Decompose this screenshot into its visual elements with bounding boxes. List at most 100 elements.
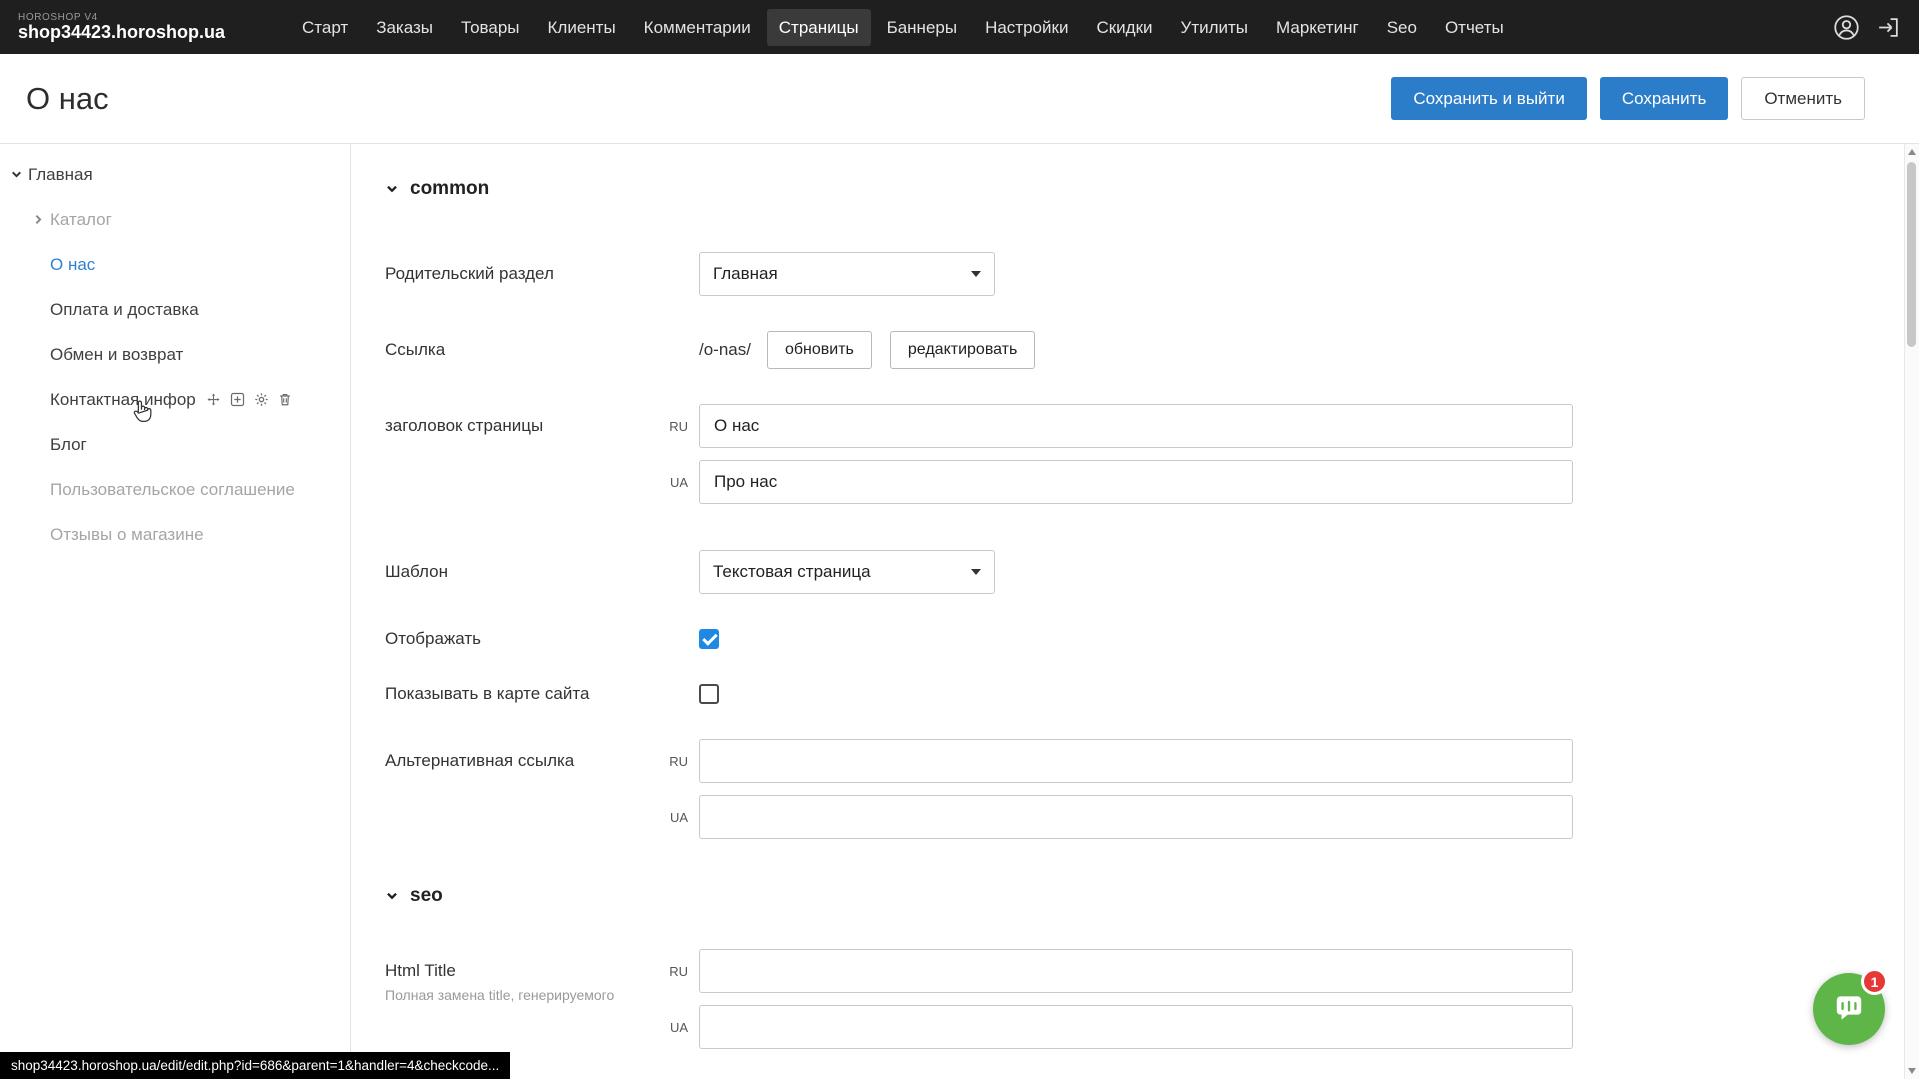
chat-launcher-button[interactable]: 1: [1813, 973, 1885, 1045]
link-path-value: /o-nas/: [699, 340, 751, 360]
nav-item-settings[interactable]: Настройки: [973, 9, 1080, 46]
scroll-down-arrow[interactable]: [1905, 1063, 1919, 1079]
sidebar-item-label: Контактная инфор: [50, 390, 196, 410]
scrollbar-thumb[interactable]: [1907, 162, 1916, 347]
chat-bubble-icon: [1831, 991, 1867, 1027]
caret-down-icon: [971, 271, 981, 277]
field-parent-section: Родительский раздел Главная: [385, 252, 1904, 296]
vertical-scrollbar[interactable]: [1904, 144, 1919, 1079]
sidebar-item-label: Оплата и доставка: [50, 300, 199, 320]
sidebar-item-exchange-return[interactable]: Обмен и возврат: [0, 332, 350, 377]
nav-item-comments[interactable]: Комментарии: [632, 9, 763, 46]
edit-link-button[interactable]: редактировать: [890, 331, 1035, 369]
field-label: Альтернативная ссылка: [385, 739, 655, 771]
sitemap-checkbox[interactable]: [699, 684, 719, 704]
main-menu: Старт Заказы Товары Клиенты Комментарии …: [290, 9, 1516, 46]
refresh-link-button[interactable]: обновить: [767, 331, 872, 369]
nav-item-products[interactable]: Товары: [449, 9, 531, 46]
field-alt-link: Альтернативная ссылка RU UA: [385, 739, 1904, 839]
html-title-ru-input[interactable]: [699, 949, 1573, 993]
cancel-button[interactable]: Отменить: [1741, 77, 1865, 120]
section-title: common: [410, 178, 489, 200]
chevron-right-icon: [32, 213, 50, 226]
nav-item-orders[interactable]: Заказы: [364, 9, 445, 46]
lang-tag-ua: UA: [655, 810, 699, 825]
brand-version: HOROSHOP V4: [18, 12, 290, 23]
logout-icon[interactable]: [1876, 15, 1901, 40]
page-edit-form: common Родительский раздел Главная Ссылк…: [351, 144, 1904, 1079]
nav-item-banners[interactable]: Баннеры: [875, 9, 970, 46]
move-icon[interactable]: [206, 392, 221, 407]
save-button[interactable]: Сохранить: [1600, 77, 1728, 120]
brand-domain: shop34423.horoshop.ua: [18, 23, 290, 43]
field-hint: Полная замена title, генерируемого: [385, 987, 655, 1003]
sidebar-item-home[interactable]: Главная: [0, 152, 350, 197]
lang-tag-ru: RU: [655, 754, 699, 769]
field-show-in-sitemap: Показывать в карте сайта: [385, 684, 1904, 704]
field-label: Шаблон: [385, 562, 655, 582]
top-navigation: HOROSHOP V4 shop34423.horoshop.ua Старт …: [0, 0, 1919, 54]
template-select[interactable]: Текстовая страница: [699, 550, 995, 594]
page-title: О нас: [26, 81, 109, 117]
page: HOROSHOP V4 shop34423.horoshop.ua Старт …: [0, 0, 1919, 1079]
nav-item-clients[interactable]: Клиенты: [536, 9, 628, 46]
field-label: Отображать: [385, 629, 655, 649]
page-title-ru-input[interactable]: [699, 404, 1573, 448]
alt-link-ua-input[interactable]: [699, 795, 1573, 839]
lang-tag-ua: UA: [655, 1020, 699, 1035]
sidebar-item-label: Блог: [50, 435, 87, 455]
sidebar-item-payment-delivery[interactable]: Оплата и доставка: [0, 287, 350, 332]
parent-section-select[interactable]: Главная: [699, 252, 995, 296]
sidebar-item-user-agreement[interactable]: Пользовательское соглашение: [0, 467, 350, 512]
alt-link-ru-input[interactable]: [699, 739, 1573, 783]
save-and-exit-button[interactable]: Сохранить и выйти: [1391, 77, 1586, 120]
sidebar-item-contact-info[interactable]: Контактная инфор: [0, 377, 350, 422]
trash-icon[interactable]: [278, 392, 292, 407]
field-label: Родительский раздел: [385, 264, 655, 284]
section-title: seo: [410, 885, 443, 907]
nav-item-utilities[interactable]: Утилиты: [1169, 9, 1261, 46]
field-label: Ссылка: [385, 340, 655, 360]
user-account-icon[interactable]: [1833, 14, 1860, 41]
selected-value: Текстовая страница: [713, 562, 871, 582]
sidebar-item-catalog[interactable]: Каталог: [0, 197, 350, 242]
sidebar-item-label: Отзывы о магазине: [50, 525, 204, 545]
header-actions: Сохранить и выйти Сохранить Отменить: [1391, 77, 1893, 120]
nav-item-discounts[interactable]: Скидки: [1084, 9, 1164, 46]
section-common-toggle[interactable]: common: [385, 178, 489, 200]
field-label: Html Title: [385, 961, 655, 981]
sidebar-item-label: Пользовательское соглашение: [50, 480, 295, 500]
sidebar-item-label: Каталог: [50, 210, 112, 230]
field-label-block: Html Title Полная замена title, генериру…: [385, 949, 655, 1003]
sidebar-item-store-reviews[interactable]: Отзывы о магазине: [0, 512, 350, 557]
item-hover-actions: [206, 392, 292, 407]
sidebar-item-label: Главная: [28, 165, 93, 185]
caret-down-icon: [971, 569, 981, 575]
sidebar-item-about[interactable]: О нас: [0, 242, 350, 287]
lang-tag-ru: RU: [655, 419, 699, 434]
scroll-up-arrow[interactable]: [1905, 144, 1919, 160]
nav-item-pages[interactable]: Страницы: [767, 9, 871, 46]
field-label: Показывать в карте сайта: [385, 684, 655, 704]
section-seo-toggle[interactable]: seo: [385, 885, 443, 907]
display-checkbox[interactable]: [699, 629, 719, 649]
chevron-down-icon: [385, 182, 399, 196]
page-title-ua-input[interactable]: [699, 460, 1573, 504]
nav-item-seo[interactable]: Seo: [1375, 9, 1429, 46]
selected-value: Главная: [713, 264, 778, 284]
sidebar-item-blog[interactable]: Блог: [0, 422, 350, 467]
gear-icon[interactable]: [254, 392, 269, 407]
add-page-icon[interactable]: [230, 392, 245, 407]
field-label: заголовок страницы: [385, 404, 655, 436]
nav-item-marketing[interactable]: Маркетинг: [1264, 9, 1371, 46]
unread-badge: 1: [1861, 968, 1888, 995]
html-title-ua-input[interactable]: [699, 1005, 1573, 1049]
nav-item-reports[interactable]: Отчеты: [1433, 9, 1516, 46]
content: Главная Каталог О нас Оплата и доставка …: [0, 144, 1919, 1079]
chevron-down-icon: [385, 889, 399, 903]
page-header: О нас Сохранить и выйти Сохранить Отмени…: [0, 54, 1919, 144]
field-page-title: заголовок страницы RU UA: [385, 404, 1904, 504]
nav-item-start[interactable]: Старт: [290, 9, 360, 46]
field-template: Шаблон Текстовая страница: [385, 550, 1904, 594]
pages-tree-sidebar: Главная Каталог О нас Оплата и доставка …: [0, 144, 351, 1079]
